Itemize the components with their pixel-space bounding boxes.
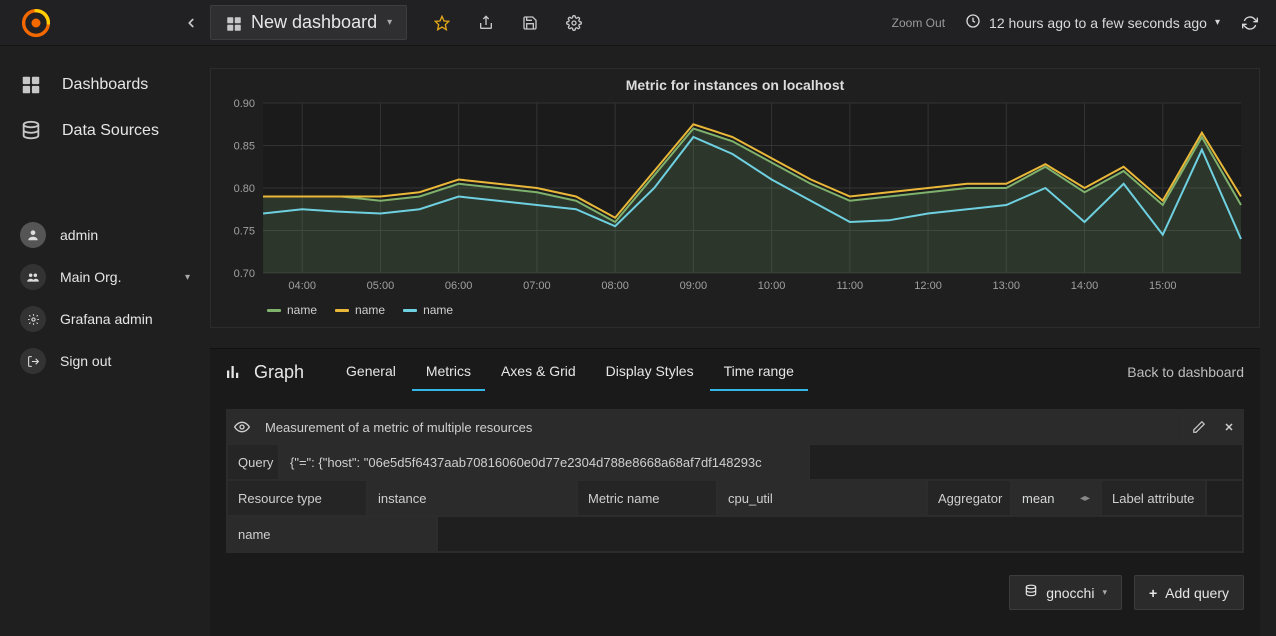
dashboard-icon — [225, 15, 241, 31]
chart-legend: name name name — [211, 297, 1259, 327]
settings-icon[interactable] — [565, 14, 583, 32]
sidebar-item-signout[interactable]: Sign out — [0, 340, 210, 382]
sidebar-item-label: Dashboards — [62, 76, 148, 94]
chevron-down-icon: ▾ — [185, 272, 190, 283]
users-icon — [20, 264, 46, 290]
dashboard-title: New dashboard — [251, 12, 377, 33]
svg-text:11:00: 11:00 — [836, 280, 863, 292]
zoom-out-button[interactable]: Zoom Out — [892, 16, 945, 30]
legend-item[interactable]: name — [267, 303, 317, 317]
back-to-dashboard-link[interactable]: Back to dashboard — [1127, 364, 1244, 380]
panel-type-title: Graph — [254, 362, 304, 383]
panel-title[interactable]: Metric for instances on localhost — [211, 69, 1259, 97]
back-button[interactable] — [176, 8, 206, 38]
query-field-input[interactable] — [279, 444, 809, 480]
legend-item[interactable]: name — [403, 303, 453, 317]
timerange-label: 12 hours ago to a few seconds ago — [989, 15, 1207, 31]
legend-swatch — [403, 309, 417, 312]
svg-text:14:00: 14:00 — [1071, 280, 1099, 292]
svg-text:0.85: 0.85 — [234, 141, 255, 153]
svg-text:0.90: 0.90 — [234, 98, 255, 110]
legend-label: name — [355, 303, 385, 317]
svg-text:0.80: 0.80 — [234, 183, 255, 195]
timerange-picker[interactable]: 12 hours ago to a few seconds ago ▾ — [965, 13, 1220, 32]
sidebar-item-org[interactable]: Main Org. ▾ — [0, 256, 210, 298]
query-block: Measurement of a metric of multiple reso… — [226, 409, 1244, 553]
metric-name-label: Metric name — [577, 480, 717, 516]
svg-text:13:00: 13:00 — [993, 280, 1021, 292]
save-icon[interactable] — [521, 14, 539, 32]
sidebar-item-label: Data Sources — [62, 122, 159, 140]
grafana-logo[interactable] — [16, 3, 56, 43]
svg-text:0.75: 0.75 — [234, 226, 255, 238]
database-icon — [1024, 584, 1038, 601]
svg-text:15:00: 15:00 — [1149, 280, 1177, 292]
label-attribute-input[interactable] — [227, 516, 437, 552]
svg-text:05:00: 05:00 — [367, 280, 395, 292]
dashboard-icon — [20, 74, 42, 96]
editor-tab-general[interactable]: General — [332, 353, 410, 391]
editor-tab-metrics[interactable]: Metrics — [412, 353, 485, 391]
legend-label: name — [423, 303, 453, 317]
legend-item[interactable]: name — [335, 303, 385, 317]
database-icon — [20, 120, 42, 142]
refresh-button[interactable] — [1240, 13, 1260, 33]
top-nav: New dashboard ▾ Zoom Out 12 hours ago to… — [0, 0, 1276, 46]
sign-out-icon — [20, 348, 46, 374]
svg-text:08:00: 08:00 — [601, 280, 629, 292]
svg-text:07:00: 07:00 — [523, 280, 551, 292]
query-field-label: Query — [227, 444, 279, 480]
metric-name-input[interactable] — [717, 480, 927, 516]
aggregator-select[interactable]: mean◂▸ — [1011, 480, 1101, 516]
editor-tabs: GeneralMetricsAxes & GridDisplay StylesT… — [332, 353, 808, 391]
legend-label: name — [287, 303, 317, 317]
toggle-visibility-button[interactable] — [227, 410, 257, 444]
aggregator-label: Aggregator — [927, 480, 1011, 516]
chart[interactable]: 0.70 0.75 0.80 0.85 0.90 04:00 05:00 06:00 07:00… — [211, 97, 1259, 297]
plus-icon: + — [1149, 585, 1157, 601]
panel-editor: Graph GeneralMetricsAxes & GridDisplay S… — [210, 348, 1260, 636]
sidebar-item-label: Grafana admin — [60, 311, 153, 327]
legend-swatch — [335, 309, 349, 312]
sidebar-item-label: Sign out — [60, 353, 111, 369]
sidebar: Dashboards Data Sources admin Main Org. … — [0, 46, 210, 636]
chevron-down-icon: ▾ — [1102, 587, 1107, 598]
dashboard-picker[interactable]: New dashboard ▾ — [210, 5, 407, 40]
share-icon[interactable] — [477, 14, 495, 32]
query-description: Measurement of a metric of multiple reso… — [257, 410, 1183, 444]
chevron-down-icon: ▾ — [387, 17, 392, 28]
sidebar-item-dashboards[interactable]: Dashboards — [0, 62, 210, 108]
svg-text:09:00: 09:00 — [680, 280, 708, 292]
editor-tab-axes-grid[interactable]: Axes & Grid — [487, 353, 590, 391]
sidebar-item-admin[interactable]: Grafana admin — [0, 298, 210, 340]
edit-query-button[interactable] — [1183, 410, 1213, 444]
sidebar-item-datasources[interactable]: Data Sources — [0, 108, 210, 154]
add-query-button[interactable]: + Add query — [1134, 575, 1244, 610]
sidebar-item-label: admin — [60, 227, 98, 243]
bar-chart-icon — [222, 363, 244, 381]
resource-type-label: Resource type — [227, 480, 367, 516]
remove-query-button[interactable] — [1213, 410, 1243, 444]
datasource-picker[interactable]: gnocchi ▾ — [1009, 575, 1122, 610]
star-icon[interactable] — [433, 14, 451, 32]
gear-icon — [20, 306, 46, 332]
graph-panel: Metric for instances on localhost 0.700.… — [210, 68, 1260, 328]
sidebar-item-label: Main Org. — [60, 269, 121, 285]
user-avatar-icon — [20, 222, 46, 248]
svg-text:06:00: 06:00 — [445, 280, 473, 292]
svg-text:10:00: 10:00 — [758, 280, 786, 292]
editor-tab-time-range[interactable]: Time range — [710, 353, 808, 391]
svg-text:12:00: 12:00 — [914, 280, 942, 292]
svg-text:04:00: 04:00 — [288, 280, 316, 292]
legend-swatch — [267, 309, 281, 312]
svg-text:0.70: 0.70 — [234, 268, 255, 280]
editor-tab-display-styles[interactable]: Display Styles — [592, 353, 708, 391]
chevron-down-icon: ▾ — [1215, 17, 1220, 28]
clock-icon — [965, 13, 981, 32]
resource-type-input[interactable] — [367, 480, 577, 516]
label-attribute-label: Label attribute — [1101, 480, 1206, 516]
sidebar-item-user[interactable]: admin — [0, 214, 210, 256]
